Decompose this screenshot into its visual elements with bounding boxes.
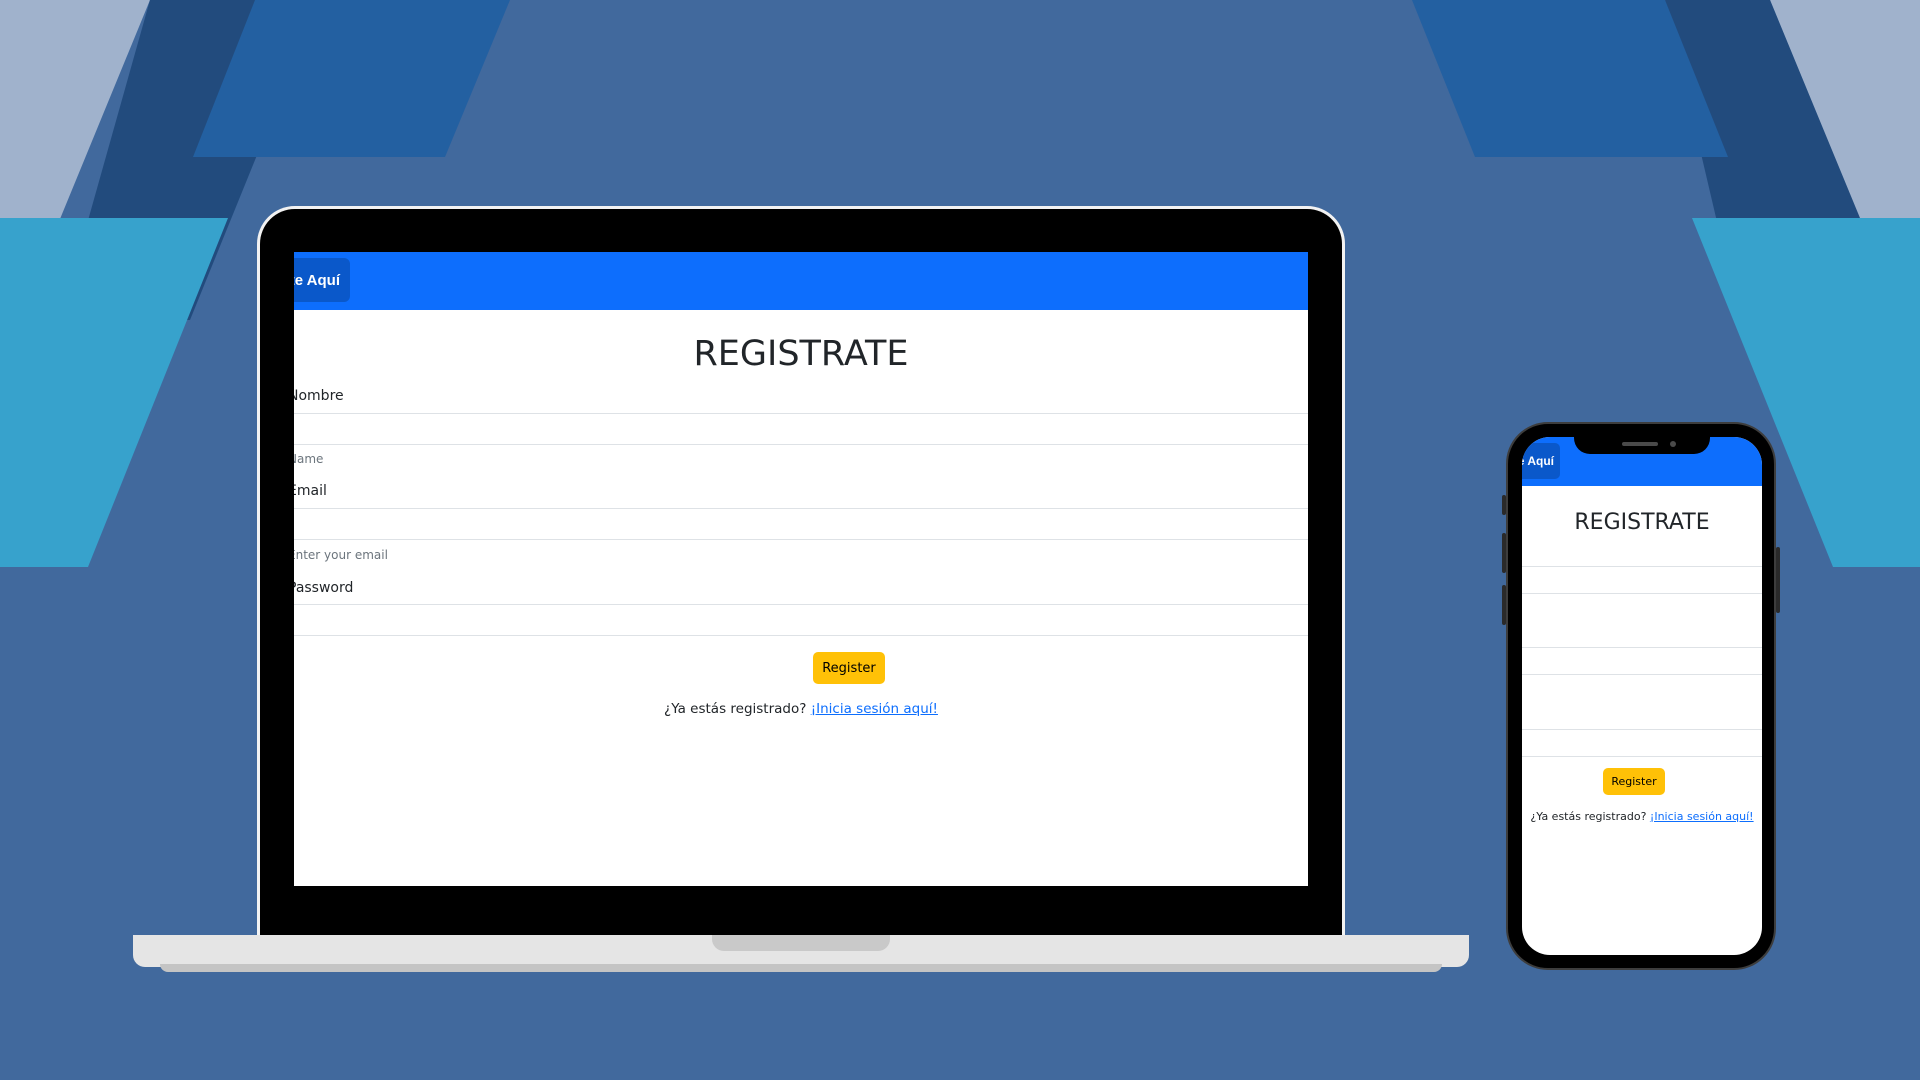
name-input[interactable] [294, 413, 1308, 445]
page-title: REGISTRATE [693, 334, 909, 374]
name-input-mobile[interactable] [1522, 566, 1762, 594]
email-label: Email [294, 483, 327, 499]
phone-camera-icon [1670, 441, 1676, 447]
name-label: Nombre [294, 388, 344, 404]
navbar-brand-mobile[interactable]: te Aquí [1522, 443, 1560, 479]
login-prompt-text: ¿Ya estás registrado? [664, 701, 807, 717]
phone-speaker [1622, 442, 1658, 446]
login-prompt-text-mobile: ¿Ya estás registrado? [1530, 810, 1647, 823]
name-help: Name [294, 452, 324, 466]
laptop-screen: te Aquí REGISTRATE Nombre Name Email Ent… [294, 252, 1308, 886]
navbar: te Aquí [294, 252, 1308, 310]
laptop-base-shadow [160, 964, 1442, 972]
login-prompt-line-mobile: ¿Ya estás registrado? ¡Inicia sesión aqu… [1522, 810, 1762, 823]
password-input[interactable] [294, 604, 1308, 636]
register-button[interactable]: Register [813, 652, 885, 684]
bg-shape-left-cyan [0, 218, 228, 567]
login-prompt-line: ¿Ya estás registrado? ¡Inicia sesión aqu… [294, 701, 1308, 717]
password-input-mobile[interactable] [1522, 729, 1762, 757]
login-link-mobile[interactable]: ¡Inicia sesión aquí! [1650, 810, 1754, 823]
email-input-mobile[interactable] [1522, 647, 1762, 675]
phone-screen: te Aquí REGISTRATE Register ¿Ya estás re… [1522, 437, 1762, 955]
laptop-trackpad-notch [712, 935, 890, 951]
login-link[interactable]: ¡Inicia sesión aquí! [811, 701, 938, 717]
email-help: Enter your email [294, 548, 388, 562]
register-button-mobile[interactable]: Register [1603, 768, 1665, 795]
navbar-brand[interactable]: te Aquí [294, 258, 350, 302]
phone-power-button [1776, 547, 1780, 613]
page-title-mobile: REGISTRATE [1574, 510, 1710, 535]
password-label: Password [294, 580, 354, 596]
email-input[interactable] [294, 508, 1308, 540]
